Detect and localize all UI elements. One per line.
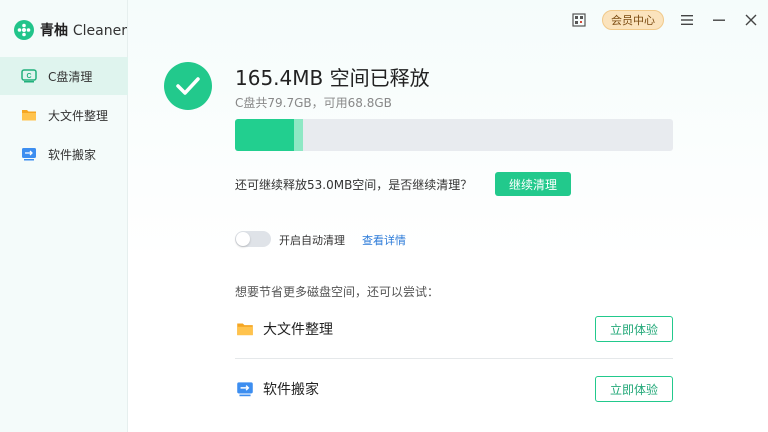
disk-usage-summary: C盘共79.7GB，可用68.8GB — [235, 96, 392, 110]
sidebar: 青柚 Cleaner C C盘清理 大文件整理 软件搬家 — [0, 0, 128, 432]
suggestion-label: 软件搬家 — [263, 382, 319, 398]
suggestion-row-software-move: 软件搬家 立即体验 — [235, 369, 673, 409]
logo-icon — [14, 20, 34, 40]
app-name-cn: 青柚 — [40, 23, 68, 39]
app-window: 青柚 Cleaner C C盘清理 大文件整理 软件搬家 会员中心 165.4M… — [0, 0, 768, 432]
divider — [235, 358, 673, 359]
qr-code-icon[interactable] — [570, 11, 588, 29]
minimize-icon[interactable] — [710, 11, 728, 29]
menu-icon[interactable] — [678, 11, 696, 29]
continue-clean-button[interactable]: 继续清理 — [495, 172, 571, 196]
suggestions-title: 想要节省更多磁盘空间，还可以尝试： — [235, 285, 440, 299]
disk-progress-bar — [235, 119, 673, 151]
sidebar-item-label: 软件搬家 — [48, 147, 97, 162]
progress-fill-secondary — [294, 119, 303, 151]
toggle-knob — [236, 232, 250, 246]
freed-space-headline: 165.4MB 空间已释放 — [235, 66, 430, 90]
folder-icon — [235, 319, 255, 339]
sidebar-item-label: 大文件整理 — [48, 108, 109, 123]
sidebar-item-label: C盘清理 — [48, 69, 93, 84]
try-now-button[interactable]: 立即体验 — [595, 376, 673, 402]
sidebar-item-large-files[interactable]: 大文件整理 — [0, 96, 128, 134]
success-check-icon — [164, 62, 212, 110]
suggestion-label: 大文件整理 — [263, 322, 333, 338]
try-now-button[interactable]: 立即体验 — [595, 316, 673, 342]
view-details-link[interactable]: 查看详情 — [362, 232, 406, 248]
sidebar-item-software-move[interactable]: 软件搬家 — [0, 135, 128, 173]
c-drive-icon: C — [20, 67, 38, 85]
app-logo: 青柚 Cleaner — [14, 18, 127, 42]
suggestion-row-large-files: 大文件整理 立即体验 — [235, 309, 673, 349]
close-icon[interactable] — [742, 11, 760, 29]
vip-center-button[interactable]: 会员中心 — [602, 10, 664, 30]
continue-prompt: 还可继续释放53.0MB空间，是否继续清理？ — [235, 178, 473, 192]
progress-fill — [235, 119, 295, 151]
titlebar-controls: 会员中心 — [570, 8, 760, 32]
auto-clean-toggle[interactable] — [235, 231, 271, 247]
folder-icon — [20, 106, 38, 124]
auto-clean-label: 开启自动清理 — [279, 234, 345, 247]
svg-text:C: C — [26, 73, 31, 80]
sidebar-item-c-drive-clean[interactable]: C C盘清理 — [0, 57, 128, 95]
main-panel: 会员中心 165.4MB 空间已释放 C盘共79.7GB，可用68.8GB 还可… — [128, 0, 768, 432]
software-move-icon — [235, 379, 255, 399]
software-move-icon — [20, 145, 38, 163]
app-name: 青柚 Cleaner — [40, 20, 127, 40]
app-name-en: Cleaner — [72, 23, 127, 39]
